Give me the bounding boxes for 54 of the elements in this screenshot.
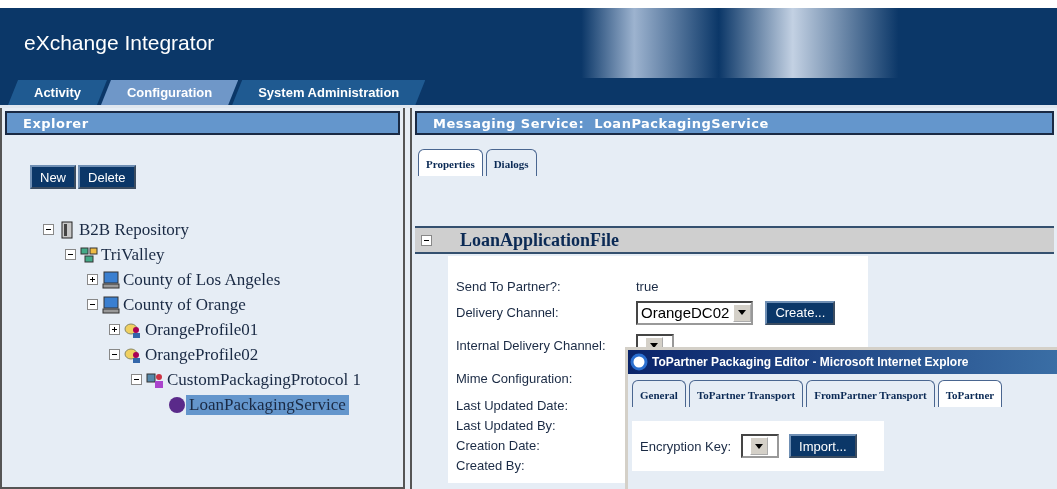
tree-item[interactable]: OrangeProfile02	[142, 344, 262, 365]
import-button[interactable]: Import...	[789, 434, 857, 458]
popup-tab[interactable]: FromPartner Transport	[806, 380, 935, 407]
field-label: Created By:	[456, 457, 526, 473]
nav-tab[interactable]: Activity	[8, 80, 107, 105]
field-label: Encryption Key:	[640, 438, 732, 454]
browser-icon	[630, 353, 648, 371]
field-label: Last Updated Date:	[456, 397, 570, 413]
collapse-toggle-icon[interactable]	[421, 234, 432, 246]
collapse-toggle-icon[interactable]	[109, 349, 120, 360]
dropdown-field[interactable]	[741, 434, 780, 458]
detail-tab[interactable]: Dialogs	[485, 149, 537, 176]
expand-toggle-icon[interactable]	[87, 274, 98, 285]
field-label: Internal Delivery Channel:	[456, 338, 607, 353]
dropdown-field[interactable]: OrangeDC02	[636, 300, 754, 325]
tree-item[interactable]: OrangeProfile01	[142, 319, 262, 340]
expand-toggle-icon[interactable]	[109, 324, 120, 335]
tree-item[interactable]: TriValley	[98, 244, 168, 265]
collapse-toggle-icon[interactable]	[65, 249, 76, 260]
profile-icon	[124, 320, 142, 339]
protocol-icon	[146, 370, 164, 389]
network-icon	[80, 245, 98, 264]
collapse-toggle-icon[interactable]	[87, 299, 98, 310]
popup-title: ToPartner Packaging Editor - Microsoft Internet Explore	[652, 355, 969, 369]
detail-tab[interactable]: Properties	[418, 149, 483, 176]
nav-tab[interactable]: System Administration	[232, 80, 426, 105]
tree-item[interactable]: CustomPackagingProtocol 1	[164, 369, 365, 390]
field-label: Creation Date:	[456, 437, 541, 453]
panel-title: Explorer	[5, 111, 400, 135]
app-title: eXchange Integrator	[24, 31, 215, 55]
field-label: Delivery Channel:	[456, 305, 560, 320]
field-label: Send To Partner?:	[456, 278, 562, 294]
field-label: Last Updated By:	[456, 417, 557, 433]
server-icon	[58, 220, 76, 239]
create-button[interactable]: Create...	[765, 300, 836, 325]
tree-item[interactable]: County of Los Angeles	[120, 269, 284, 290]
panel-title: Messaging Service: LoanPackagingService	[415, 111, 1054, 135]
toolbar-button[interactable]: New	[30, 165, 76, 189]
collapse-toggle-icon[interactable]	[131, 374, 142, 385]
computer-icon	[102, 295, 120, 314]
toolbar-button[interactable]: Delete	[78, 165, 136, 189]
popup-tab[interactable]: General	[632, 380, 686, 407]
sphere-icon	[168, 395, 186, 414]
field-label: Mime Configuration:	[456, 371, 574, 386]
computer-icon	[102, 270, 120, 289]
tree-item[interactable]: B2B Repository	[76, 219, 193, 240]
popup-tab[interactable]: ToPartner	[937, 380, 1003, 407]
tree-item[interactable]: County of Orange	[120, 294, 249, 315]
section-title: LoanApplicationFile	[460, 229, 620, 251]
field-value: true	[636, 278, 659, 294]
collapse-toggle-icon[interactable]	[43, 224, 54, 235]
profile-icon	[124, 345, 142, 364]
tree-item[interactable]: LoanPackagingService	[186, 394, 349, 415]
popup-tab[interactable]: ToPartner Transport	[688, 380, 804, 407]
